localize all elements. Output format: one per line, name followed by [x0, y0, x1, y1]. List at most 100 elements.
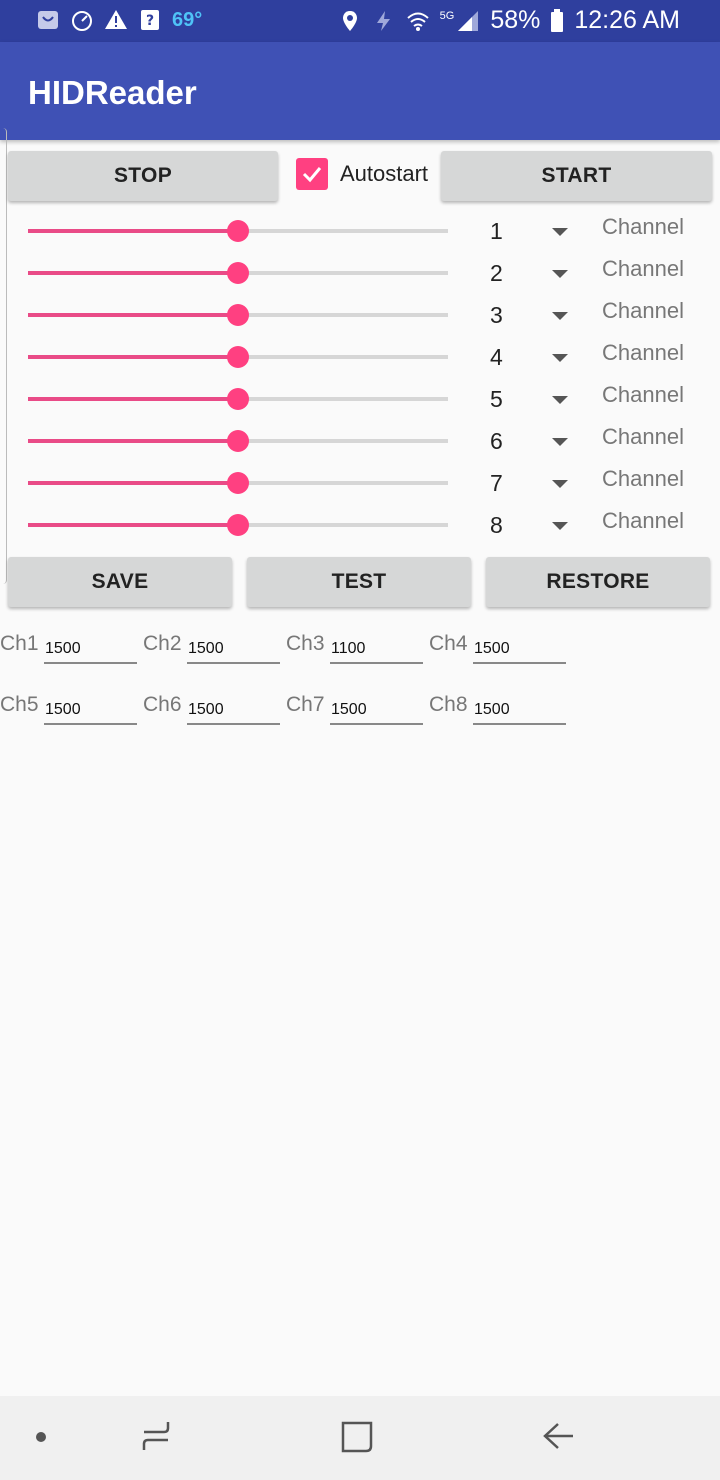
channel-spinner[interactable]: Channel [602, 214, 684, 240]
slider-thumb[interactable] [227, 220, 249, 242]
slider-thumb[interactable] [227, 514, 249, 536]
channel-value-input[interactable] [473, 697, 566, 725]
dropdown-arrow-icon[interactable] [552, 480, 568, 488]
slider-fill [28, 481, 238, 485]
channel-spinner[interactable]: Channel [602, 298, 684, 324]
dot-icon[interactable] [34, 1430, 48, 1444]
channel-value-input[interactable] [44, 636, 137, 664]
channel-label: Ch3 [286, 632, 325, 655]
test-button[interactable]: TEST [247, 557, 471, 607]
channel-label: Ch1 [0, 632, 39, 655]
start-button[interactable]: START [441, 151, 712, 201]
back-icon[interactable] [540, 1420, 576, 1452]
channel-value-input[interactable] [44, 697, 137, 725]
autostart-checkbox[interactable] [296, 158, 328, 190]
slider-fill [28, 439, 238, 443]
channel-value-input[interactable] [330, 697, 423, 725]
channel-spinner[interactable]: Channel [602, 508, 684, 534]
channel-value-input[interactable] [473, 636, 566, 664]
warning-icon [105, 10, 127, 29]
svg-text:?: ? [146, 13, 154, 29]
data-saver-icon [376, 10, 390, 31]
slider-row: 3 Channel [0, 294, 720, 336]
dropdown-arrow-icon[interactable] [552, 228, 568, 236]
slider-fill [28, 523, 238, 527]
status-bar: ? 69° 5G 58% 12:26 AM [0, 0, 720, 42]
slider-track[interactable] [28, 304, 448, 326]
navigation-bar [0, 1396, 720, 1480]
autostart-label: Autostart [340, 161, 429, 186]
slider-thumb[interactable] [227, 262, 249, 284]
channel-value-input[interactable] [187, 697, 280, 725]
dropdown-arrow-icon[interactable] [552, 522, 568, 530]
dropdown-arrow-icon[interactable] [552, 270, 568, 278]
slider-thumb[interactable] [227, 388, 249, 410]
slider-track[interactable] [28, 346, 448, 368]
slider-row: 1 Channel [0, 210, 720, 252]
channel-spinner[interactable]: Channel [602, 466, 684, 492]
channel-value-input[interactable] [330, 636, 423, 664]
wifi-icon [406, 12, 429, 31]
signal-icon [458, 10, 479, 31]
channel-label: Ch5 [0, 693, 39, 716]
channel-label: Ch7 [286, 693, 325, 716]
slider-fill [28, 397, 238, 401]
channel-number: 8 [490, 512, 503, 538]
channel-number: 6 [490, 428, 503, 454]
slider-thumb[interactable] [227, 304, 249, 326]
slider-row: 8 Channel [0, 504, 720, 546]
battery-icon [551, 8, 564, 32]
save-button[interactable]: SAVE [8, 557, 232, 607]
slider-thumb[interactable] [227, 472, 249, 494]
slider-fill [28, 229, 238, 233]
autostart-toggle[interactable]: Autostart [296, 158, 428, 190]
battery-percent-text: 58% [490, 6, 541, 34]
slider-track[interactable] [28, 430, 448, 452]
home-icon[interactable] [340, 1420, 374, 1454]
slider-track[interactable] [28, 388, 448, 410]
clock-text: 12:26 AM [574, 6, 680, 34]
slider-track[interactable] [28, 220, 448, 242]
channel-spinner[interactable]: Channel [602, 382, 684, 408]
app-title: HIDReader [28, 74, 197, 111]
dropdown-arrow-icon[interactable] [552, 438, 568, 446]
dropdown-arrow-icon[interactable] [552, 396, 568, 404]
dropdown-arrow-icon[interactable] [552, 354, 568, 362]
channel-spinner[interactable]: Channel [602, 256, 684, 282]
slider-fill [28, 355, 238, 359]
channel-number: 2 [490, 260, 503, 286]
channel-label: Ch2 [143, 632, 182, 655]
recent-apps-icon[interactable] [140, 1418, 172, 1454]
channel-label: Ch8 [429, 693, 468, 716]
restore-button[interactable]: RESTORE [486, 557, 710, 607]
temperature-text: 69° [172, 8, 203, 31]
location-icon [342, 10, 357, 31]
channel-number: 7 [490, 470, 503, 496]
dropdown-arrow-icon[interactable] [552, 312, 568, 320]
slider-track[interactable] [28, 262, 448, 284]
slider-track[interactable] [28, 472, 448, 494]
channel-number: 3 [490, 302, 503, 328]
speedometer-icon [72, 11, 92, 31]
slider-fill [28, 313, 238, 317]
stop-button[interactable]: STOP [8, 151, 278, 201]
checkmark-icon [302, 167, 322, 183]
channel-spinner[interactable]: Channel [602, 424, 684, 450]
slider-track[interactable] [28, 514, 448, 536]
network-type-text: 5G [439, 9, 455, 22]
channel-number: 4 [490, 344, 503, 370]
slider-row: 7 Channel [0, 462, 720, 504]
slider-row: 4 Channel [0, 336, 720, 378]
channel-value-input[interactable] [187, 636, 280, 664]
channel-number: 1 [490, 218, 503, 244]
slider-thumb[interactable] [227, 346, 249, 368]
channel-label: Ch6 [143, 693, 182, 716]
app-bar: HIDReader [0, 42, 720, 140]
channel-spinner[interactable]: Channel [602, 340, 684, 366]
slider-row: 6 Channel [0, 420, 720, 462]
slider-row: 5 Channel [0, 378, 720, 420]
slider-thumb[interactable] [227, 430, 249, 452]
slider-row: 2 Channel [0, 252, 720, 294]
bag-icon [38, 11, 58, 29]
slider-fill [28, 271, 238, 275]
